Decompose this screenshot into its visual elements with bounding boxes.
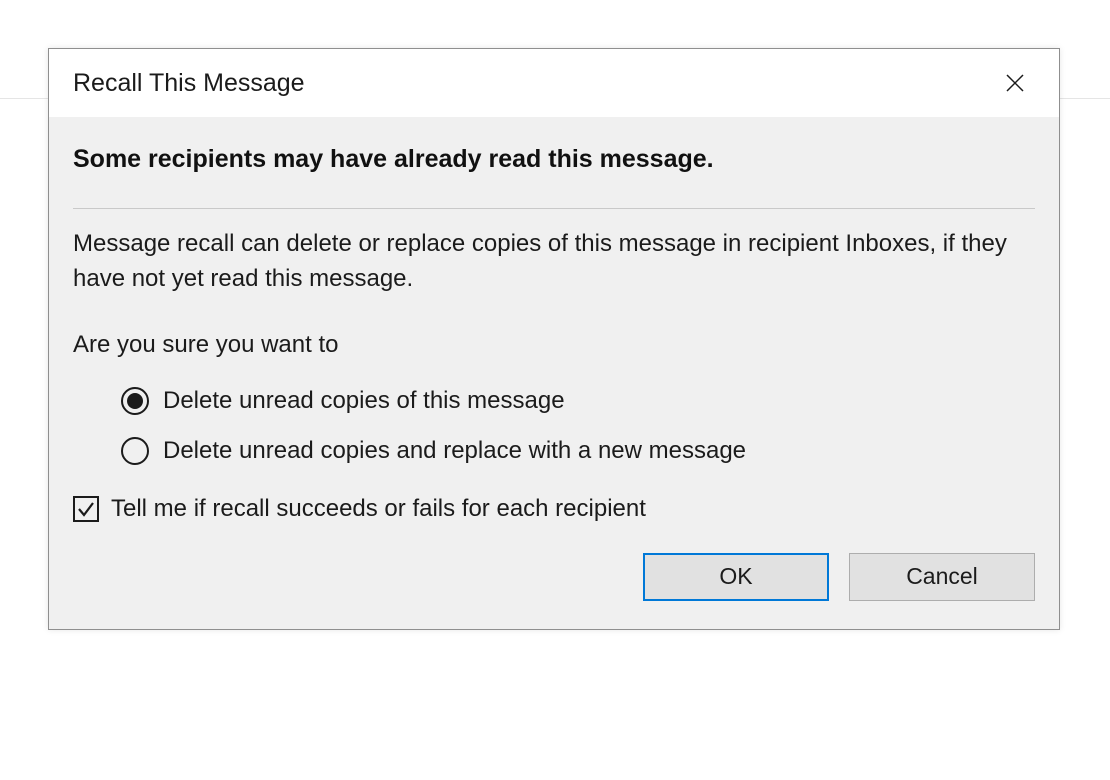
cancel-button[interactable]: Cancel [849,553,1035,601]
titlebar: Recall This Message [49,49,1059,117]
checkmark-icon [76,499,96,519]
radio-group: Delete unread copies of this message Del… [121,387,1035,465]
ok-button[interactable]: OK [643,553,829,601]
close-button[interactable] [995,63,1035,103]
description: Message recall can delete or replace cop… [73,227,1035,297]
radio-dot-icon [127,393,143,409]
checkbox-tell-me[interactable]: Tell me if recall succeeds or fails for … [73,495,1035,523]
dialog-title: Recall This Message [73,69,305,98]
radio-label: Delete unread copies and replace with a … [163,437,746,465]
headline: Some recipients may have already read th… [73,145,1035,174]
radio-replace-message[interactable]: Delete unread copies and replace with a … [121,437,1035,465]
prompt-text: Are you sure you want to [73,331,1035,359]
radio-icon [121,387,149,415]
recall-dialog: Recall This Message Some recipients may … [48,48,1060,630]
divider [73,208,1035,209]
radio-label: Delete unread copies of this message [163,387,565,415]
dialog-body: Some recipients may have already read th… [49,117,1059,629]
radio-icon [121,437,149,465]
checkbox-icon [73,496,99,522]
radio-delete-unread[interactable]: Delete unread copies of this message [121,387,1035,415]
checkbox-label: Tell me if recall succeeds or fails for … [111,495,646,523]
button-row: OK Cancel [73,553,1035,601]
close-icon [1005,73,1025,93]
